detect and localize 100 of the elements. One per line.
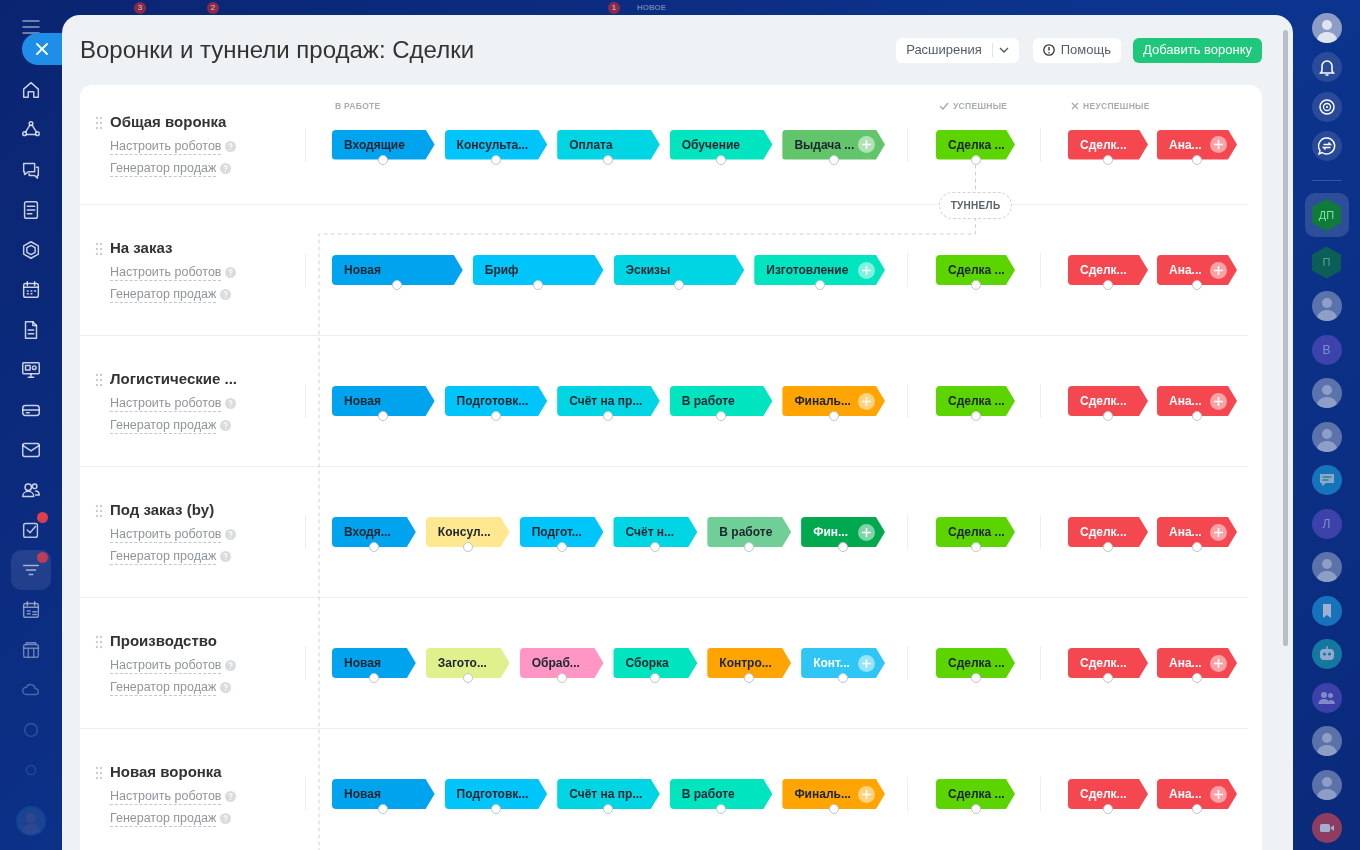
stage-tab[interactable]: Финаль... <box>782 779 885 809</box>
stage-tab[interactable]: Сделка ... <box>936 129 1015 160</box>
stage-tab[interactable]: Ана... <box>1157 779 1237 809</box>
stage-tab[interactable]: Сделка ... <box>936 255 1015 285</box>
add-icon[interactable] <box>857 785 875 803</box>
stage-tab[interactable]: Сделк... <box>1068 129 1148 160</box>
stage-tab[interactable]: Финаль... <box>782 386 885 416</box>
add-icon[interactable] <box>857 136 875 153</box>
stage-tab[interactable]: Консул... <box>425 517 510 547</box>
notification-counter[interactable]: 2 <box>207 2 219 14</box>
stage-tab[interactable]: Счёт на пр... <box>557 779 660 809</box>
stage-tab[interactable]: Изготовление <box>754 255 885 285</box>
settings-link[interactable]: Генератор продаж <box>110 285 217 303</box>
settings-link[interactable]: Настроить роботов <box>110 138 222 155</box>
stage-tab[interactable]: Новая <box>332 648 416 678</box>
add-icon[interactable] <box>857 523 875 541</box>
add-icon[interactable] <box>1210 523 1227 541</box>
drag-handle-icon[interactable] <box>95 372 103 387</box>
help-button[interactable]: Помощь <box>1032 37 1121 63</box>
stage-tab[interactable]: Оплата <box>557 129 660 160</box>
stage-tab[interactable]: Эскизы <box>613 255 745 285</box>
stage-tab[interactable]: Сборка <box>613 648 698 678</box>
stage-tab[interactable]: Входящие <box>332 129 435 160</box>
stage-tab[interactable]: В работе <box>669 386 773 416</box>
add-icon[interactable] <box>1210 654 1227 672</box>
hexagon-icon[interactable] <box>20 239 42 261</box>
warehouse-icon[interactable] <box>20 639 42 661</box>
home-icon[interactable] <box>20 79 42 101</box>
settings-link[interactable]: Настроить роботов <box>110 263 222 281</box>
bell-icon[interactable] <box>1311 52 1342 83</box>
stage-tab[interactable]: Ана... <box>1157 648 1237 678</box>
stage-tab[interactable]: Консульта... <box>444 129 548 160</box>
extensions-dropdown[interactable]: Расширения <box>896 37 1019 63</box>
stage-tab[interactable]: В работе <box>707 517 792 547</box>
add-icon[interactable] <box>1210 136 1227 153</box>
stage-tab[interactable]: Обраб... <box>519 648 604 678</box>
stage-tab[interactable]: Сделк... <box>1068 648 1148 678</box>
target-icon[interactable] <box>1311 91 1342 122</box>
people-icon[interactable] <box>1311 682 1342 713</box>
settings-link[interactable]: Генератор продаж <box>110 809 217 827</box>
notification-counter[interactable]: 1 <box>608 2 620 14</box>
stage-tab[interactable]: Сделк... <box>1068 386 1148 416</box>
bookmark-icon[interactable] <box>1311 595 1342 626</box>
calendar-icon[interactable] <box>20 279 42 301</box>
avatar[interactable] <box>1311 421 1342 452</box>
settings-link[interactable]: Генератор продаж <box>110 547 217 565</box>
settings-link[interactable]: Генератор продаж <box>110 416 217 434</box>
stage-tab[interactable]: Сделка ... <box>936 517 1015 547</box>
add-icon[interactable] <box>857 654 875 672</box>
avatar[interactable] <box>1311 12 1342 43</box>
close-button[interactable] <box>22 33 62 65</box>
stage-tab[interactable]: Новая <box>332 386 435 416</box>
tunnel-label[interactable]: ТУННЕЛЬ <box>938 191 1013 219</box>
stage-tab[interactable]: Сделка ... <box>936 386 1015 416</box>
stage-tab[interactable]: Ана... <box>1157 386 1237 416</box>
schedule-icon[interactable] <box>20 599 42 621</box>
stage-tab[interactable]: Сделка ... <box>936 779 1015 809</box>
avatar[interactable] <box>1311 769 1342 800</box>
avatar[interactable] <box>1311 291 1342 321</box>
stage-tab[interactable]: Ана... <box>1157 255 1237 285</box>
settings-link[interactable]: Настроить роботов <box>110 525 222 543</box>
stage-tab[interactable]: Подготовк... <box>444 386 548 416</box>
settings-link[interactable]: Настроить роботов <box>110 787 222 805</box>
avatar[interactable] <box>1311 378 1342 409</box>
stage-tab[interactable]: Новая <box>332 779 435 809</box>
video-icon[interactable] <box>1311 813 1342 844</box>
settings-link[interactable]: Генератор продаж <box>110 160 217 177</box>
drag-handle-icon[interactable] <box>95 765 103 780</box>
add-icon[interactable] <box>1210 785 1227 803</box>
settings-link[interactable]: Настроить роботов <box>110 656 222 674</box>
stage-tab[interactable]: Обучение <box>669 129 773 160</box>
stage-tab[interactable]: Подготовк... <box>444 779 548 809</box>
stage-tab[interactable]: В работе <box>669 779 773 809</box>
add-icon[interactable] <box>1210 392 1227 410</box>
stage-tab[interactable]: Новая <box>332 255 463 285</box>
stage-tab[interactable]: Контро... <box>707 648 792 678</box>
stage-tab[interactable]: Сделк... <box>1068 779 1148 809</box>
drag-handle-icon[interactable] <box>95 634 103 649</box>
drag-handle-icon[interactable] <box>95 241 103 256</box>
add-icon[interactable] <box>857 392 875 410</box>
stage-tab[interactable]: Подгот... <box>519 517 604 547</box>
menu-icon[interactable] <box>22 20 40 34</box>
notification-counter[interactable]: 3 <box>134 2 146 14</box>
drag-handle-icon[interactable] <box>95 116 103 130</box>
avatar[interactable] <box>1311 726 1342 757</box>
chat-swap-icon[interactable] <box>1311 131 1342 162</box>
stage-tab[interactable]: Фин... <box>801 517 885 547</box>
stage-tab[interactable]: Счёт н... <box>613 517 698 547</box>
add-icon[interactable] <box>1210 261 1227 279</box>
stage-tab[interactable]: Бриф <box>472 255 604 285</box>
chat-bubble-icon[interactable] <box>1311 465 1342 496</box>
stage-tab[interactable]: Ана... <box>1157 129 1237 160</box>
stage-tab[interactable]: Счёт на пр... <box>557 386 660 416</box>
robot-icon[interactable] <box>1311 639 1342 670</box>
stage-tab[interactable]: Сделк... <box>1068 255 1148 285</box>
group-badge[interactable]: ДП <box>1310 199 1343 231</box>
stage-tab[interactable]: Сделк... <box>1068 517 1148 547</box>
stage-tab[interactable]: Ана... <box>1157 517 1237 547</box>
stage-tab[interactable]: Загото... <box>425 648 510 678</box>
stage-tab[interactable]: Входя... <box>332 517 416 547</box>
